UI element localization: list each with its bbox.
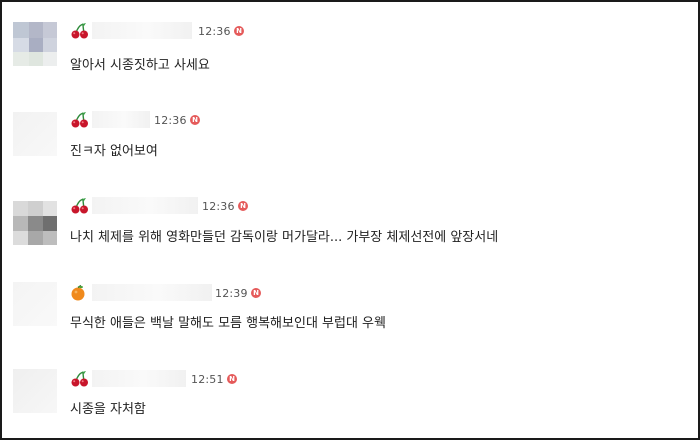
avatar[interactable] bbox=[13, 201, 57, 245]
comment-text: 무식한 애들은 백날 말해도 모름 행복해보인대 부럽대 우웩 bbox=[70, 316, 386, 331]
avatar[interactable] bbox=[13, 282, 57, 326]
comment-text: 나치 체제를 위해 영화만들던 감독이랑 머가달라... 가부장 체제선전에 앞… bbox=[70, 230, 499, 245]
orange-icon bbox=[71, 284, 85, 301]
cherry-icon bbox=[71, 112, 88, 128]
cherry-icon bbox=[71, 371, 88, 387]
cherry-icon bbox=[71, 198, 88, 214]
new-badge: N bbox=[238, 201, 248, 211]
avatar[interactable] bbox=[13, 22, 57, 66]
comment-text: 진ㅋ자 없어보여 bbox=[70, 144, 158, 159]
username-redacted bbox=[92, 22, 192, 39]
username-redacted bbox=[92, 370, 186, 387]
new-badge: N bbox=[227, 374, 237, 384]
new-badge: N bbox=[190, 115, 200, 125]
new-badge: N bbox=[251, 288, 261, 298]
username-redacted bbox=[92, 284, 212, 301]
comment-text: 시종을 자처함 bbox=[70, 402, 146, 417]
timestamp: 12:36 bbox=[154, 114, 187, 127]
timestamp: 12:36 bbox=[202, 200, 235, 213]
new-badge: N bbox=[234, 26, 244, 36]
username-redacted bbox=[92, 111, 150, 128]
timestamp: 12:36 bbox=[198, 25, 231, 38]
timestamp: 12:51 bbox=[191, 373, 224, 386]
cherry-icon bbox=[71, 23, 88, 39]
avatar[interactable] bbox=[13, 369, 57, 413]
avatar[interactable] bbox=[13, 112, 57, 156]
username-redacted bbox=[92, 197, 198, 214]
timestamp: 12:39 bbox=[215, 287, 248, 300]
comment-list: 12:36 N 알아서 시종짓하고 사세요 12:36 N 진ㅋ자 없어보여 1… bbox=[0, 0, 700, 440]
comment-text: 알아서 시종짓하고 사세요 bbox=[70, 58, 210, 73]
